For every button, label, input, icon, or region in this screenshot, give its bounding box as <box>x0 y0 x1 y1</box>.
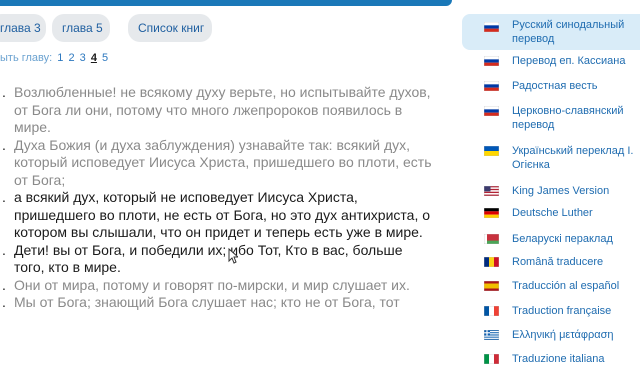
translation-item[interactable]: Traduzione italiana <box>462 352 640 370</box>
verse-marker: . <box>2 294 6 310</box>
verse-text-content: а всякий дух, который не исповедует Иису… <box>14 189 431 240</box>
translation-label: Traduction française <box>512 305 612 317</box>
translation-sidebar: Русский синодальный перевод Перевод еп. К… <box>462 0 640 365</box>
ukraine-flag-icon <box>483 145 500 157</box>
verse-text-content: Духа Божия (и духа заблуждения) узнавайт… <box>14 136 432 188</box>
chapter-link-1[interactable]: 1 <box>57 52 63 64</box>
translation-label: Русский синодальный перевод <box>512 19 625 45</box>
translation-item[interactable]: Церковно-славянский перевод <box>462 104 640 136</box>
translation-item[interactable]: Traduction française <box>462 304 640 322</box>
verse-text: . Возлюбленные! не всякому духу верьте, н… <box>2 84 434 312</box>
translation-item[interactable]: Беларускі пераклад <box>462 232 640 250</box>
chapter-link-3[interactable]: 3 <box>80 52 86 64</box>
translation-label: King James Version <box>512 185 610 197</box>
verse-text-content: Возлюбленные! не всякому духу верьте, но… <box>14 84 431 135</box>
translation-label: Український переклад І. Огієнка <box>512 145 634 171</box>
france-flag-icon <box>483 305 500 317</box>
translation-label: Ελληνική μετάφραση <box>512 329 614 341</box>
verse-marker: . <box>2 189 6 205</box>
verse-marker: . <box>2 241 6 258</box>
romania-flag-icon <box>483 256 500 268</box>
translation-label: Беларускі пераклад <box>512 233 613 245</box>
translation-label: Deutsche Luther <box>512 207 593 219</box>
chapter-nav-label: ыть главу: <box>0 52 53 64</box>
verse: . Мы от Бога; знающий Бога слушает нас; к… <box>2 294 434 312</box>
translation-item[interactable]: Traducción al español <box>462 279 640 297</box>
tab-next-chapter[interactable]: глава 5 <box>52 14 110 42</box>
verse-text-content: Мы от Бога; знающий Бога слушает нас; кт… <box>14 294 400 310</box>
verse-marker: . <box>2 84 6 100</box>
tab-book-list[interactable]: Список книг <box>128 14 212 42</box>
translation-item[interactable]: King James Version <box>462 184 640 202</box>
germany-flag-icon <box>483 207 500 219</box>
translation-label: Traduzione italiana <box>512 353 605 365</box>
mouse-cursor-icon <box>228 248 238 264</box>
translation-item[interactable]: Русский синодальный перевод <box>462 14 640 50</box>
verse-text-content: Они от мира, потому и говорят по-мирски,… <box>14 276 410 293</box>
chapter-link-2[interactable]: 2 <box>68 52 74 64</box>
translation-item[interactable]: Радостная весть <box>462 79 640 97</box>
russia-flag-icon <box>483 80 500 92</box>
verse: . а всякий дух, который не исповедует Иис… <box>2 189 434 242</box>
chapter-link-5[interactable]: 5 <box>102 52 108 64</box>
verse: . Духа Божия (и духа заблуждения) узнавай… <box>2 136 434 190</box>
translation-label: Перевод еп. Кассиана <box>512 55 626 67</box>
verse: . Возлюбленные! не всякому духу верьте, н… <box>2 84 434 137</box>
translation-label: Церковно-славянский перевод <box>512 105 624 131</box>
verse-marker: . <box>2 136 6 153</box>
translation-label: Română traducere <box>512 256 604 268</box>
translation-item[interactable]: Deutsche Luther <box>462 206 640 224</box>
verse: . Они от мира, потому и говорят по-мирски… <box>2 276 434 295</box>
translation-label: Traducción al español <box>512 280 620 292</box>
translation-item[interactable]: Ελληνική μετάφραση <box>462 328 640 346</box>
translation-item[interactable]: Română traducere <box>462 255 640 273</box>
russia-flag-icon <box>483 105 500 117</box>
tab-prev-chapter[interactable]: глава 3 <box>0 14 46 42</box>
top-bar <box>0 0 452 6</box>
greece-flag-icon <box>483 329 500 341</box>
chapter-link-current: 4 <box>90 52 97 64</box>
italy-flag-icon <box>483 353 500 365</box>
belarus-flag-icon <box>483 233 500 245</box>
russia-flag-icon <box>483 21 500 33</box>
verse-text-content: Дети! вы от Бога, и победили их; ибо Тот… <box>14 241 403 276</box>
translation-item[interactable]: Перевод еп. Кассиана <box>462 54 640 72</box>
spain-flag-icon <box>483 280 500 292</box>
russia-flag-icon <box>483 55 500 67</box>
verse-marker: . <box>2 276 6 293</box>
chapter-nav: ыть главу: 1 2 3 4 5 <box>0 52 108 64</box>
translation-item[interactable]: Український переклад І. Огієнка <box>462 144 640 176</box>
translation-label: Радостная весть <box>512 80 598 92</box>
usa-flag-icon <box>483 185 500 197</box>
verse: . Дети! вы от Бога, и победили их; ибо То… <box>2 241 434 277</box>
